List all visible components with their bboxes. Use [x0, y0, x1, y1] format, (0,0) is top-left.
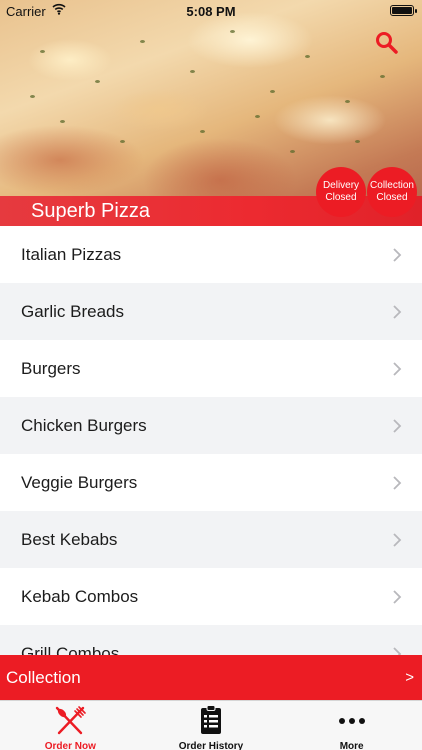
clock: 5:08 PM	[186, 4, 236, 19]
menu-category-label: Italian Pizzas	[21, 244, 122, 264]
chevron-right-icon	[393, 646, 402, 655]
collection-status-line1: Collection	[370, 180, 414, 191]
menu-category-row[interactable]: Veggie Burgers	[0, 454, 422, 511]
collection-status-badge: Collection Closed	[367, 167, 417, 217]
restaurant-name: Superb Pizza	[31, 200, 150, 222]
chevron-right-icon	[393, 589, 402, 604]
menu-category-row[interactable]: Chicken Burgers	[0, 397, 422, 454]
menu-category-row[interactable]: Best Kebabs	[0, 511, 422, 568]
tab-more-label: More	[339, 741, 364, 750]
tab-order-now-label: Order Now	[44, 741, 96, 750]
menu-category-label: Veggie Burgers	[21, 472, 138, 492]
status-bar: Carrier 5:08 PM	[0, 0, 422, 22]
chevron-right-icon	[393, 247, 402, 262]
tab-order-history-label: Order History	[178, 741, 244, 750]
menu-category-row[interactable]: Grill Combos	[0, 625, 422, 655]
menu-category-label: Kebab Combos	[21, 586, 139, 606]
search-icon	[376, 32, 398, 54]
fork-knife-icon	[53, 705, 87, 735]
order-mode-arrow: >	[405, 669, 414, 686]
menu-category-label: Grill Combos	[21, 643, 120, 656]
menu-category-row[interactable]: Kebab Combos	[0, 568, 422, 625]
chevron-right-icon	[393, 475, 402, 490]
menu-category-label: Garlic Breads	[21, 301, 124, 321]
more-dots-icon	[335, 705, 369, 735]
chevron-right-icon	[393, 361, 402, 376]
battery-icon	[390, 5, 417, 16]
search-button[interactable]	[374, 30, 400, 56]
chevron-right-icon	[393, 418, 402, 433]
delivery-status-line1: Delivery	[322, 180, 360, 191]
order-mode-bar[interactable]: Collection >	[0, 655, 422, 700]
chevron-right-icon	[393, 304, 402, 319]
tab-more[interactable]: More	[281, 701, 422, 750]
menu-category-label: Burgers	[21, 358, 81, 378]
tab-order-history[interactable]: Order History	[141, 701, 282, 750]
menu-category-row[interactable]: Italian Pizzas	[0, 226, 422, 283]
menu-category-row[interactable]: Garlic Breads	[0, 283, 422, 340]
menu-category-label: Best Kebabs	[21, 529, 118, 549]
order-mode-label: Collection	[6, 667, 81, 687]
tab-bar: Order Now Order History More	[0, 700, 422, 750]
menu-category-row[interactable]: Burgers	[0, 340, 422, 397]
menu-category-label: Chicken Burgers	[21, 415, 147, 435]
delivery-status-badge: Delivery Closed	[316, 167, 366, 217]
tab-order-now[interactable]: Order Now	[0, 701, 141, 750]
collection-status-line2: Closed	[376, 192, 408, 203]
clipboard-list-icon	[194, 705, 228, 735]
delivery-status-line2: Closed	[325, 192, 357, 203]
chevron-right-icon	[393, 532, 402, 547]
menu-category-list: Italian Pizzas Garlic Breads Burgers Chi…	[0, 226, 422, 655]
